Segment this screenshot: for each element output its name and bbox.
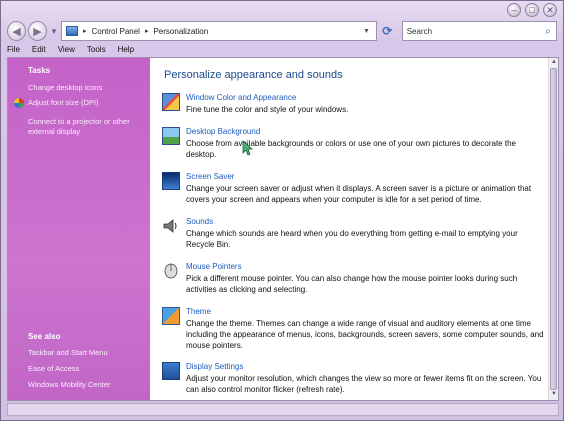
display-settings-icon <box>162 362 180 380</box>
search-input[interactable]: Search ⌕ <box>401 21 558 41</box>
theme-link[interactable]: Theme <box>186 307 211 316</box>
breadcrumb-personalization[interactable]: Personalization <box>153 27 208 36</box>
forward-button[interactable]: ▶ <box>28 21 48 41</box>
caption-buttons: – □ ✕ <box>507 1 557 17</box>
connect-projector-link[interactable]: Connect to a projector or other external… <box>28 117 146 137</box>
tasks-heading: Tasks <box>28 66 51 75</box>
address-row: ◀ ▶ ▼ ▸ Control Panel ▸ Personalization … <box>7 19 558 43</box>
menu-view[interactable]: View <box>58 45 75 54</box>
item-description: Pick a different mouse pointer. You can … <box>186 274 518 294</box>
breadcrumb-control-panel[interactable]: Control Panel <box>91 27 139 36</box>
screen-saver-link[interactable]: Screen Saver <box>186 172 234 181</box>
breadcrumb-separator-icon[interactable]: ▸ <box>145 27 149 35</box>
back-button[interactable]: ◀ <box>7 21 27 41</box>
item-description: Choose from available backgrounds or col… <box>186 139 516 159</box>
vertical-scrollbar[interactable]: ▲ ▼ <box>548 58 558 400</box>
taskbar-start-menu-link[interactable]: Taskbar and Start Menu <box>28 348 146 358</box>
recent-pages-dropdown-icon[interactable]: ▼ <box>50 27 58 36</box>
display-settings-link[interactable]: Display Settings <box>186 362 243 371</box>
content-area: Tasks Change desktop icons Adjust font s… <box>7 57 559 401</box>
close-button[interactable]: ✕ <box>543 3 557 17</box>
search-placeholder: Search <box>406 26 433 36</box>
menu-edit[interactable]: Edit <box>32 45 46 54</box>
breadcrumb-separator-icon[interactable]: ▸ <box>83 27 87 35</box>
main-pane: Personalize appearance and sounds Window… <box>150 58 548 400</box>
address-bar[interactable]: ▸ Control Panel ▸ Personalization ▼ <box>60 21 377 41</box>
see-also-heading: See also <box>28 332 61 341</box>
sounds-icon <box>162 217 180 235</box>
desktop-background-icon <box>162 127 180 145</box>
window-color-icon <box>162 93 180 111</box>
windows-mobility-center-link[interactable]: Windows Mobility Center <box>28 380 146 390</box>
status-bar <box>7 403 559 416</box>
screen-saver-icon <box>162 172 180 190</box>
menu-tools[interactable]: Tools <box>87 45 106 54</box>
refresh-icon[interactable]: ⟳ <box>377 21 398 41</box>
item-description: Change which sounds are heard when you d… <box>186 229 518 249</box>
control-panel-window: – □ ✕ ◀ ▶ ▼ ▸ Control Panel ▸ Personaliz… <box>0 0 564 421</box>
window-color-link[interactable]: Window Color and Appearance <box>186 93 296 102</box>
sounds-link[interactable]: Sounds <box>186 217 213 226</box>
theme-icon <box>162 307 180 325</box>
mouse-cursor-icon <box>242 140 254 156</box>
item-description: Fine tune the color and style of your wi… <box>186 105 349 114</box>
minimize-button[interactable]: – <box>507 3 521 17</box>
adjust-font-size-link[interactable]: Adjust font size (DPI) <box>14 98 132 108</box>
task-pane: Tasks Change desktop icons Adjust font s… <box>8 58 150 400</box>
mouse-pointers-link[interactable]: Mouse Pointers <box>186 262 242 271</box>
adjust-font-size-label: Adjust font size (DPI) <box>28 98 99 107</box>
change-desktop-icons-link[interactable]: Change desktop icons <box>28 83 146 93</box>
search-icon[interactable]: ⌕ <box>540 26 556 37</box>
page-title: Personalize appearance and sounds <box>164 69 343 81</box>
scrollbar-thumb[interactable] <box>550 68 557 390</box>
menu-file[interactable]: File <box>7 45 20 54</box>
item-description: Adjust your monitor resolution, which ch… <box>186 374 542 394</box>
ease-of-access-link[interactable]: Ease of Access <box>28 364 146 374</box>
scroll-down-icon[interactable]: ▼ <box>550 391 558 399</box>
maximize-button[interactable]: □ <box>525 3 539 17</box>
mouse-pointer-icon <box>162 262 180 280</box>
uac-shield-icon <box>14 98 24 108</box>
menu-bar: File Edit View Tools Help <box>7 43 134 55</box>
desktop-background-link[interactable]: Desktop Background <box>186 127 260 136</box>
item-description: Change the theme. Themes can change a wi… <box>186 319 544 350</box>
address-dropdown-icon[interactable]: ▼ <box>363 28 370 35</box>
scroll-up-icon[interactable]: ▲ <box>550 59 558 67</box>
item-description: Change your screen saver or adjust when … <box>186 184 532 204</box>
control-panel-icon <box>65 26 78 36</box>
menu-help[interactable]: Help <box>118 45 134 54</box>
